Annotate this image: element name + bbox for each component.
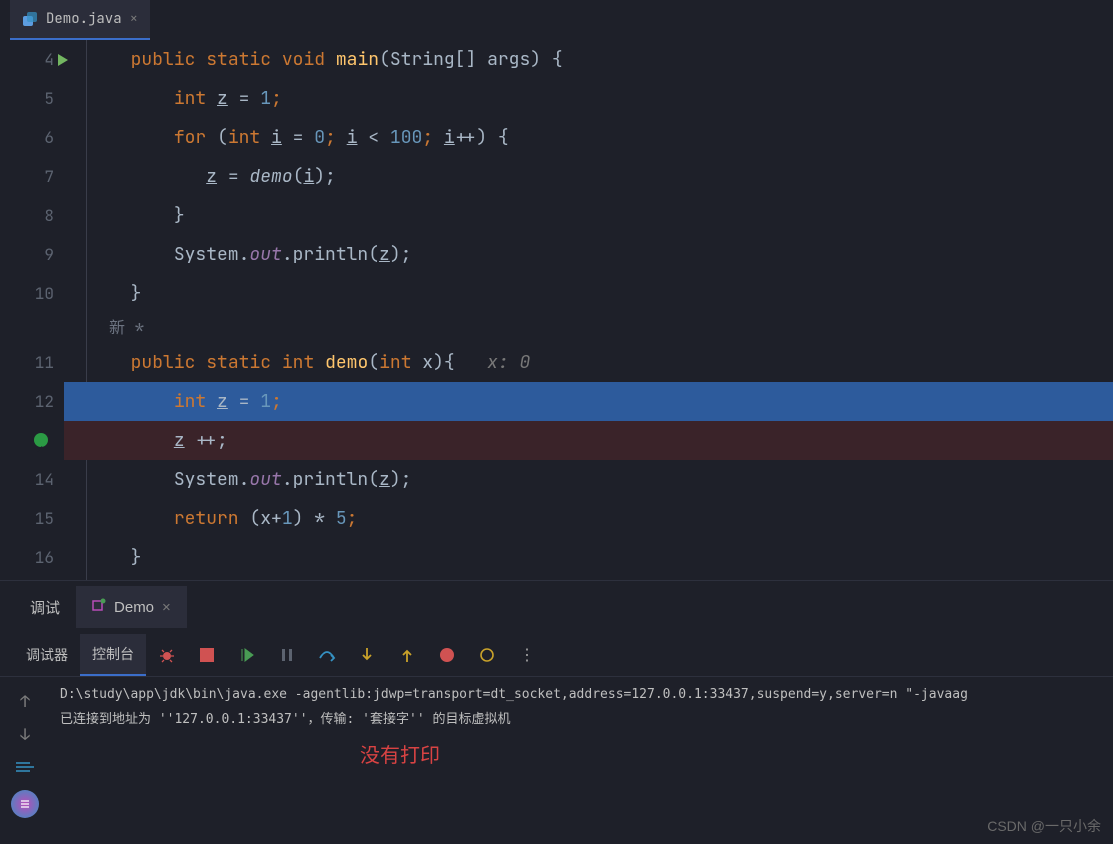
- debug-toolbar: ⋮: [158, 646, 536, 664]
- line-number: [0, 313, 54, 343]
- more-actions-icon[interactable]: ⋮: [518, 646, 536, 664]
- line-number: 9: [0, 235, 54, 274]
- console-line: 已连接到地址为 ''127.0.0.1:33437''，传输: '套接字'' 的…: [60, 708, 1103, 727]
- close-icon[interactable]: ×: [162, 599, 171, 616]
- watermark: CSDN @一只小余: [987, 816, 1101, 836]
- step-over-icon[interactable]: [318, 646, 336, 664]
- debug-tab[interactable]: 调试: [14, 585, 76, 630]
- pause-button[interactable]: [278, 646, 296, 664]
- close-icon[interactable]: ×: [130, 10, 138, 28]
- annotation-overlay: 没有打印: [360, 739, 440, 768]
- console-side-toolbar: ↑ ↓: [0, 677, 50, 818]
- bug-icon[interactable]: [158, 646, 176, 664]
- line-number: 8: [0, 196, 54, 235]
- console-panel: ↑ ↓ D:\study\app\jdk\bin\java.exe -agent…: [0, 677, 1113, 818]
- execution-line: int z = 1;: [64, 382, 1113, 421]
- mute-breakpoints-icon[interactable]: [478, 646, 496, 664]
- step-into-icon[interactable]: [358, 646, 376, 664]
- debug-tool-window: 调试 Demo × 调试器 控制台 ⋮ ↑ ↓: [0, 580, 1113, 818]
- line-number: 7: [0, 157, 54, 196]
- view-breakpoints-icon[interactable]: [438, 646, 456, 664]
- debugger-subtab[interactable]: 调试器: [14, 635, 80, 675]
- line-number: 5: [0, 79, 54, 118]
- console-line: D:\study\app\jdk\bin\java.exe -agentlib:…: [60, 687, 1103, 702]
- vcs-annotation: 新 *: [109, 317, 144, 338]
- stop-button[interactable]: [198, 646, 216, 664]
- line-number: 15: [0, 499, 54, 538]
- line-number: 12: [0, 382, 54, 421]
- file-tab[interactable]: Demo.java ×: [10, 0, 150, 40]
- gutter: 4 5 6 7 8 9 10 11 12 14 15 16: [0, 40, 64, 580]
- scroll-up-icon[interactable]: ↑: [20, 691, 30, 712]
- tool-badge-icon[interactable]: [11, 790, 39, 818]
- file-tab-label: Demo.java: [46, 10, 122, 28]
- line-number: 6: [0, 118, 54, 157]
- scroll-down-icon[interactable]: ↓: [20, 724, 30, 745]
- debug-subtabs: 调试器 控制台 ⋮: [0, 633, 1113, 677]
- run-config-icon: [92, 598, 106, 616]
- line-number: 16: [0, 538, 54, 577]
- java-class-icon: [22, 11, 38, 27]
- keyword: public: [131, 48, 196, 71]
- line-number: 14: [0, 460, 54, 499]
- step-out-icon[interactable]: [398, 646, 416, 664]
- breakpoint-line-code: z ++;: [64, 421, 1113, 460]
- breakpoint-line: [0, 421, 54, 460]
- line-number: 4: [0, 40, 54, 79]
- panel-tab-bar: 调试 Demo ×: [0, 581, 1113, 633]
- editor-tabs: Demo.java ×: [0, 0, 1113, 40]
- line-number: 11: [0, 343, 54, 382]
- console-output[interactable]: D:\study\app\jdk\bin\java.exe -agentlib:…: [50, 677, 1113, 818]
- line-number: 10: [0, 274, 54, 313]
- breakpoint-verified-icon[interactable]: [34, 433, 48, 447]
- resume-button[interactable]: [238, 646, 256, 664]
- inline-debug-value: x: 0: [487, 351, 530, 374]
- code-content[interactable]: public static void main(String[] args) {…: [64, 40, 1113, 580]
- code-editor[interactable]: 4 5 6 7 8 9 10 11 12 14 15 16 public sta…: [0, 40, 1113, 580]
- soft-wrap-icon[interactable]: [16, 757, 34, 778]
- run-config-tab[interactable]: Demo ×: [76, 586, 187, 628]
- console-subtab[interactable]: 控制台: [80, 634, 146, 676]
